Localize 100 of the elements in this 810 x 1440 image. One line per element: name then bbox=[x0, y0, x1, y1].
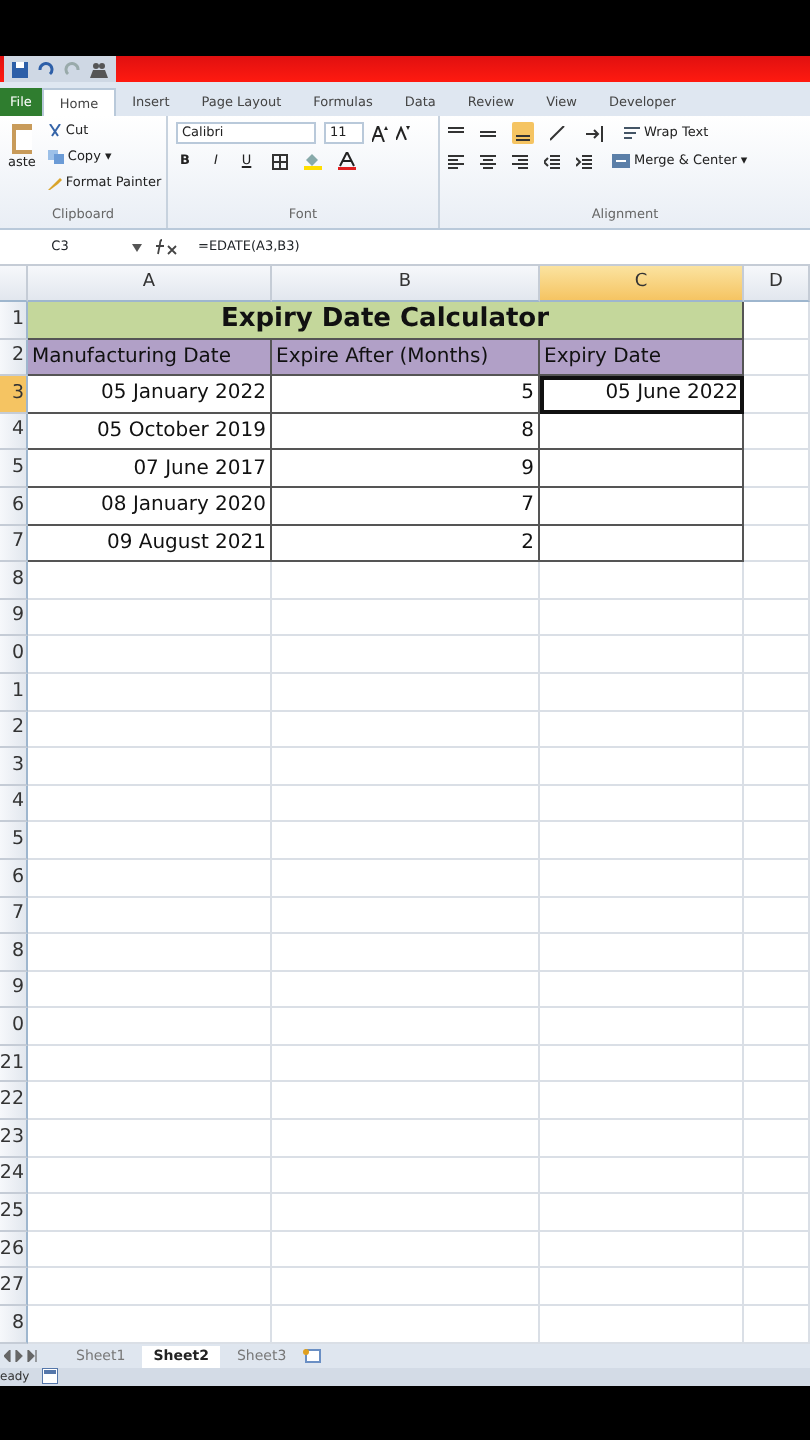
empty-cell[interactable] bbox=[744, 1045, 810, 1083]
empty-cell[interactable] bbox=[272, 859, 540, 897]
row-header[interactable]: 27 bbox=[0, 1268, 28, 1307]
row-header[interactable]: 25 bbox=[0, 1194, 28, 1232]
empty-cell[interactable] bbox=[272, 934, 540, 972]
decrease-indent-icon[interactable] bbox=[544, 153, 560, 169]
font-color-icon[interactable] bbox=[337, 152, 356, 170]
row-header[interactable]: 9 bbox=[0, 599, 28, 637]
empty-cell[interactable] bbox=[744, 748, 810, 786]
column-header[interactable]: A bbox=[28, 266, 272, 302]
row-header[interactable]: 8 bbox=[0, 562, 28, 600]
empty-cell[interactable] bbox=[540, 1231, 744, 1269]
people-icon[interactable] bbox=[90, 61, 108, 77]
empty-cell[interactable] bbox=[272, 748, 540, 786]
empty-cell[interactable] bbox=[272, 711, 540, 749]
align-middle-icon[interactable] bbox=[480, 125, 496, 141]
table-cell[interactable] bbox=[540, 487, 744, 526]
row-header[interactable]: 8 bbox=[0, 934, 28, 972]
empty-cell[interactable] bbox=[744, 1120, 810, 1158]
empty-cell[interactable] bbox=[744, 822, 810, 860]
function-icon[interactable] bbox=[154, 238, 182, 256]
empty-cell[interactable] bbox=[272, 1082, 540, 1121]
row-header[interactable]: 2 bbox=[0, 339, 28, 377]
column-header[interactable]: C bbox=[540, 266, 744, 302]
column-header[interactable]: D bbox=[744, 266, 810, 302]
row-header[interactable]: 6 bbox=[0, 487, 28, 526]
align-bottom-icon[interactable] bbox=[512, 122, 534, 144]
row-header[interactable]: 23 bbox=[0, 1120, 28, 1158]
empty-cell[interactable] bbox=[272, 673, 540, 712]
align-left-icon[interactable] bbox=[448, 153, 464, 169]
redo-icon[interactable] bbox=[64, 62, 80, 76]
empty-cell[interactable] bbox=[272, 1045, 540, 1083]
empty-cell[interactable] bbox=[272, 785, 540, 823]
row-header[interactable]: 0 bbox=[0, 1008, 28, 1046]
empty-cell[interactable] bbox=[272, 1120, 540, 1158]
empty-cell[interactable] bbox=[540, 859, 744, 897]
empty-cell[interactable] bbox=[744, 599, 810, 637]
save-icon[interactable] bbox=[12, 61, 28, 77]
empty-cell[interactable] bbox=[272, 1268, 540, 1307]
empty-cell[interactable] bbox=[272, 1194, 540, 1232]
insert-sheet-icon[interactable] bbox=[302, 1346, 323, 1368]
undo-icon[interactable] bbox=[38, 62, 54, 76]
empty-cell[interactable] bbox=[540, 785, 744, 823]
empty-cell[interactable] bbox=[744, 934, 810, 972]
column-header[interactable]: B bbox=[272, 266, 540, 302]
row-header[interactable]: 4 bbox=[0, 413, 28, 451]
empty-cell[interactable] bbox=[744, 1082, 810, 1121]
row-header[interactable]: 24 bbox=[0, 1157, 28, 1195]
empty-cell[interactable] bbox=[540, 1082, 744, 1121]
row-header[interactable]: 0 bbox=[0, 636, 28, 674]
row-header[interactable]: 3 bbox=[0, 376, 28, 414]
dropdown-icon[interactable] bbox=[132, 243, 142, 251]
row-header[interactable]: 5 bbox=[0, 822, 28, 860]
text-direction-icon[interactable] bbox=[586, 125, 604, 141]
empty-cell[interactable] bbox=[540, 1120, 744, 1158]
empty-cell[interactable] bbox=[744, 971, 810, 1009]
row-header[interactable]: 1 bbox=[0, 673, 28, 712]
align-center-icon[interactable] bbox=[480, 153, 496, 169]
row-header[interactable]: 21 bbox=[0, 1045, 28, 1083]
empty-cell[interactable] bbox=[540, 673, 744, 712]
empty-cell[interactable] bbox=[744, 636, 810, 674]
empty-cell[interactable] bbox=[744, 1231, 810, 1269]
row-header[interactable]: 2 bbox=[0, 711, 28, 749]
table-cell[interactable] bbox=[540, 413, 744, 451]
row-header[interactable]: 5 bbox=[0, 450, 28, 488]
select-all-corner[interactable] bbox=[0, 266, 28, 302]
row-header[interactable]: 4 bbox=[0, 785, 28, 823]
row-header[interactable]: 7 bbox=[0, 897, 28, 935]
empty-cell[interactable] bbox=[744, 1157, 810, 1195]
empty-cell[interactable] bbox=[272, 562, 540, 600]
align-right-icon[interactable] bbox=[512, 153, 528, 169]
empty-cell[interactable] bbox=[540, 1008, 744, 1046]
empty-cell[interactable] bbox=[540, 599, 744, 637]
empty-cell[interactable] bbox=[540, 562, 744, 600]
empty-cell[interactable] bbox=[540, 636, 744, 674]
increase-indent-icon[interactable] bbox=[576, 153, 592, 169]
empty-cell[interactable] bbox=[272, 822, 540, 860]
empty-cell[interactable] bbox=[540, 748, 744, 786]
empty-cell[interactable] bbox=[540, 711, 744, 749]
empty-cell[interactable] bbox=[540, 1194, 744, 1232]
empty-cell[interactable] bbox=[744, 897, 810, 935]
empty-cell[interactable] bbox=[540, 934, 744, 972]
empty-cell[interactable] bbox=[744, 562, 810, 600]
row-header[interactable]: 6 bbox=[0, 859, 28, 897]
row-header[interactable]: 22 bbox=[0, 1082, 28, 1121]
empty-cell[interactable] bbox=[272, 599, 540, 637]
empty-cell[interactable] bbox=[744, 1008, 810, 1046]
empty-cell[interactable] bbox=[272, 1157, 540, 1195]
row-header[interactable]: 9 bbox=[0, 971, 28, 1009]
empty-cell[interactable] bbox=[540, 897, 744, 935]
empty-cell[interactable] bbox=[744, 711, 810, 749]
row-header[interactable]: 8 bbox=[0, 1306, 28, 1344]
empty-cell[interactable] bbox=[744, 785, 810, 823]
empty-cell[interactable] bbox=[744, 673, 810, 712]
empty-cell[interactable] bbox=[272, 897, 540, 935]
empty-cell[interactable] bbox=[272, 1008, 540, 1046]
empty-cell[interactable] bbox=[744, 1268, 810, 1307]
empty-cell[interactable] bbox=[540, 1157, 744, 1195]
empty-cell[interactable] bbox=[744, 859, 810, 897]
row-header[interactable]: 7 bbox=[0, 525, 28, 563]
